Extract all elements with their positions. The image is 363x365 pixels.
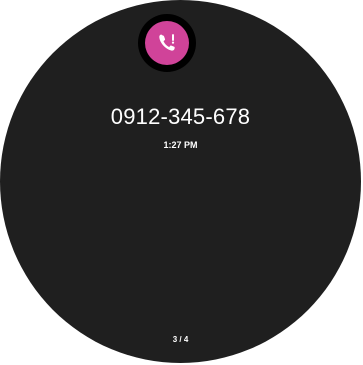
notification-badge <box>138 14 196 72</box>
call-time: 1:27 PM <box>163 140 198 150</box>
missed-call-icon <box>145 21 189 65</box>
caller-number: 0912-345-678 <box>110 104 251 129</box>
page-indicator: 3 / 4 <box>172 335 189 344</box>
phone-alert-glyph <box>159 34 175 51</box>
watch-face: 0912-345-678 1:27 PM 3 / 4 <box>0 0 361 363</box>
